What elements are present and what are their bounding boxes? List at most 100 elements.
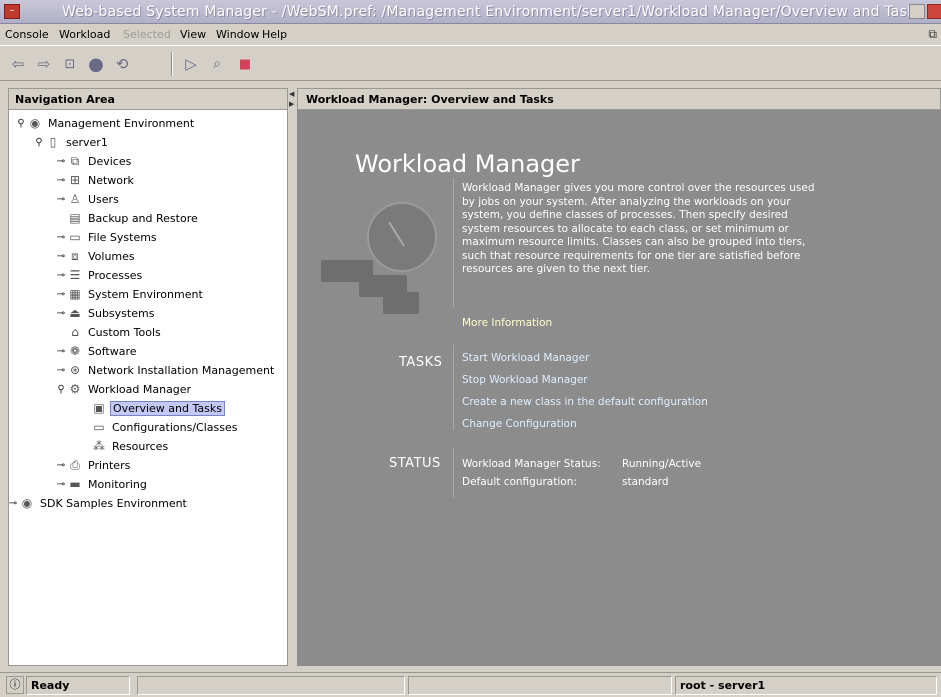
title-bar: – Web-based System Manager - /WebSM.pref… — [0, 0, 941, 24]
navigation-area-header: Navigation Area — [8, 88, 288, 110]
status-bar: ⓘ Ready root - server1 — [0, 672, 941, 697]
reload-icon[interactable]: ⟲ — [112, 55, 132, 73]
tree-item-backup-and-restore[interactable]: ▤ Backup and Restore — [67, 209, 200, 227]
run-icon[interactable]: ▷ — [181, 55, 201, 73]
management-environment-icon: ◉ — [29, 116, 41, 130]
subsystems-icon: ⏏ — [69, 306, 81, 320]
decorative-box — [383, 292, 419, 314]
collapsed-toggle-icon[interactable]: ⊸ — [55, 308, 67, 319]
close-button[interactable] — [927, 4, 941, 19]
divider — [453, 178, 454, 308]
server-icon: ▯ — [49, 135, 57, 149]
tree-item-management-environment[interactable]: ⚲ ◉ Management Environment — [15, 114, 196, 132]
collapsed-toggle-icon[interactable]: ⊸ — [55, 156, 67, 167]
minimize-button[interactable] — [909, 4, 925, 19]
status-field — [408, 676, 672, 695]
panel-splitter[interactable]: ◀ ▶ — [288, 88, 297, 666]
collapsed-toggle-icon[interactable]: ⊸ — [55, 460, 67, 471]
tree-item-network-installation-management[interactable]: ⊸ ⊛ Network Installation Management — [55, 361, 276, 379]
back-icon[interactable]: ⇦ — [8, 55, 28, 73]
user-host-indicator: root - server1 — [675, 676, 937, 695]
menu-view[interactable]: View — [180, 28, 206, 41]
collapsed-toggle-icon[interactable]: ⊸ — [55, 346, 67, 357]
devices-icon: ⧉ — [70, 153, 80, 168]
tree-item-sdk-samples-environment[interactable]: ⊸ ◉ SDK Samples Environment — [9, 494, 189, 512]
forward-icon[interactable]: ⇨ — [34, 55, 54, 73]
menu-workload[interactable]: Workload — [59, 28, 110, 41]
collapsed-toggle-icon[interactable]: ⊸ — [55, 479, 67, 490]
collapsed-toggle-icon[interactable]: ⊸ — [55, 194, 67, 205]
expanded-toggle-icon[interactable]: ⚲ — [33, 137, 45, 148]
start-workload-manager-link[interactable]: Start Workload Manager — [462, 352, 589, 364]
menu-help[interactable]: Help — [262, 28, 287, 41]
collapsed-toggle-icon[interactable]: ⊸ — [55, 251, 67, 262]
workload-manager-icon: ⚙ — [69, 382, 81, 396]
wlm-status-label: Workload Manager Status: — [462, 458, 601, 470]
collapsed-toggle-icon[interactable]: ⊸ — [55, 270, 67, 281]
network-installation-icon: ⊛ — [69, 363, 81, 377]
create-class-link[interactable]: Create a new class in the default config… — [462, 396, 708, 408]
collapsed-toggle-icon[interactable]: ⊸ — [9, 498, 19, 509]
default-configuration-value: standard — [622, 476, 669, 488]
tree-item-monitoring[interactable]: ⊸ ▬ Monitoring — [55, 475, 149, 493]
file-systems-icon: ▭ — [69, 230, 81, 244]
tree-item-volumes[interactable]: ⊸ ⧈ Volumes — [55, 247, 137, 265]
restore-corner-icon[interactable]: ⧉ — [928, 27, 937, 42]
tree-item-file-systems[interactable]: ⊸ ▭ File Systems — [55, 228, 159, 246]
toolbar-separator — [171, 52, 173, 76]
network-icon: ⊞ — [69, 173, 81, 187]
tree-item-configurations-classes[interactable]: ▭ Configurations/Classes — [91, 418, 239, 436]
backup-icon: ▤ — [69, 211, 81, 225]
tree-item-custom-tools[interactable]: ⌂ Custom Tools — [67, 323, 163, 341]
find-icon[interactable]: ⌕ — [207, 55, 227, 73]
tree-item-devices[interactable]: ⊸ ⧉ Devices — [55, 152, 133, 170]
tree-item-users[interactable]: ⊸ ♙ Users — [55, 190, 121, 208]
tree-item-printers[interactable]: ⊸ ⎙ Printers — [55, 456, 132, 474]
expanded-toggle-icon[interactable]: ⚲ — [55, 384, 67, 395]
status-text: Ready — [26, 676, 130, 695]
sdk-environment-icon: ◉ — [21, 496, 33, 510]
content-area: Workload Manager Workload Manager gives … — [297, 110, 941, 666]
tree-item-resources[interactable]: ⁂ Resources — [91, 437, 170, 455]
system-environment-icon: ▦ — [69, 287, 81, 301]
tree-item-system-environment[interactable]: ⊸ ▦ System Environment — [55, 285, 205, 303]
volumes-icon: ⧈ — [71, 248, 79, 263]
tree-item-software[interactable]: ⊸ ❁ Software — [55, 342, 139, 360]
collapsed-toggle-icon[interactable]: ⊸ — [55, 289, 67, 300]
toolbar: ⇦ ⇨ ⊡ ● ⟲ ▷ ⌕ ■ — [0, 45, 941, 81]
menu-selected[interactable]: Selected — [123, 28, 171, 41]
users-icon: ♙ — [69, 192, 81, 206]
stop-icon[interactable]: ■ — [235, 55, 255, 73]
page-title: Workload Manager — [355, 150, 580, 178]
wlm-status-value: Running/Active — [622, 458, 702, 470]
custom-tools-icon: ⌂ — [71, 325, 79, 339]
status-heading: STATUS — [389, 456, 441, 471]
divider — [453, 345, 454, 430]
window-title: Web-based System Manager - /WebSM.pref: … — [62, 4, 923, 20]
resources-icon: ⁂ — [93, 439, 105, 453]
system-menu-button[interactable]: – — [4, 4, 20, 19]
change-configuration-link[interactable]: Change Configuration — [462, 418, 577, 430]
tree-item-server1[interactable]: ⚲ ▯ server1 — [33, 133, 110, 151]
navigation-tree[interactable]: ⚲ ◉ Management Environment ⚲ ▯ server1 ⊸… — [8, 110, 288, 666]
collapsed-toggle-icon[interactable]: ⊸ — [55, 175, 67, 186]
collapsed-toggle-icon[interactable]: ⊸ — [55, 365, 67, 376]
menu-console[interactable]: Console — [5, 28, 49, 41]
tree-item-overview-and-tasks[interactable]: ▣ Overview and Tasks — [91, 399, 225, 417]
up-level-icon[interactable]: ⊡ — [60, 55, 80, 73]
printers-icon: ⎙ — [70, 457, 80, 472]
processes-icon: ☰ — [69, 268, 81, 282]
content-header: Workload Manager: Overview and Tasks — [297, 88, 941, 110]
tree-item-subsystems[interactable]: ⊸ ⏏ Subsystems — [55, 304, 156, 322]
tree-item-workload-manager[interactable]: ⚲ ⚙ Workload Manager — [55, 380, 193, 398]
stop-workload-manager-link[interactable]: Stop Workload Manager — [462, 374, 588, 386]
status-field — [137, 676, 405, 695]
collapsed-toggle-icon[interactable]: ⊸ — [55, 232, 67, 243]
tree-item-processes[interactable]: ⊸ ☰ Processes — [55, 266, 144, 284]
menu-window[interactable]: Window — [216, 28, 259, 41]
stop-loading-icon[interactable]: ● — [86, 54, 106, 75]
tree-item-network[interactable]: ⊸ ⊞ Network — [55, 171, 136, 189]
status-info-icon[interactable]: ⓘ — [6, 676, 24, 694]
expanded-toggle-icon[interactable]: ⚲ — [15, 118, 27, 129]
more-information-link[interactable]: More Information — [462, 317, 552, 329]
